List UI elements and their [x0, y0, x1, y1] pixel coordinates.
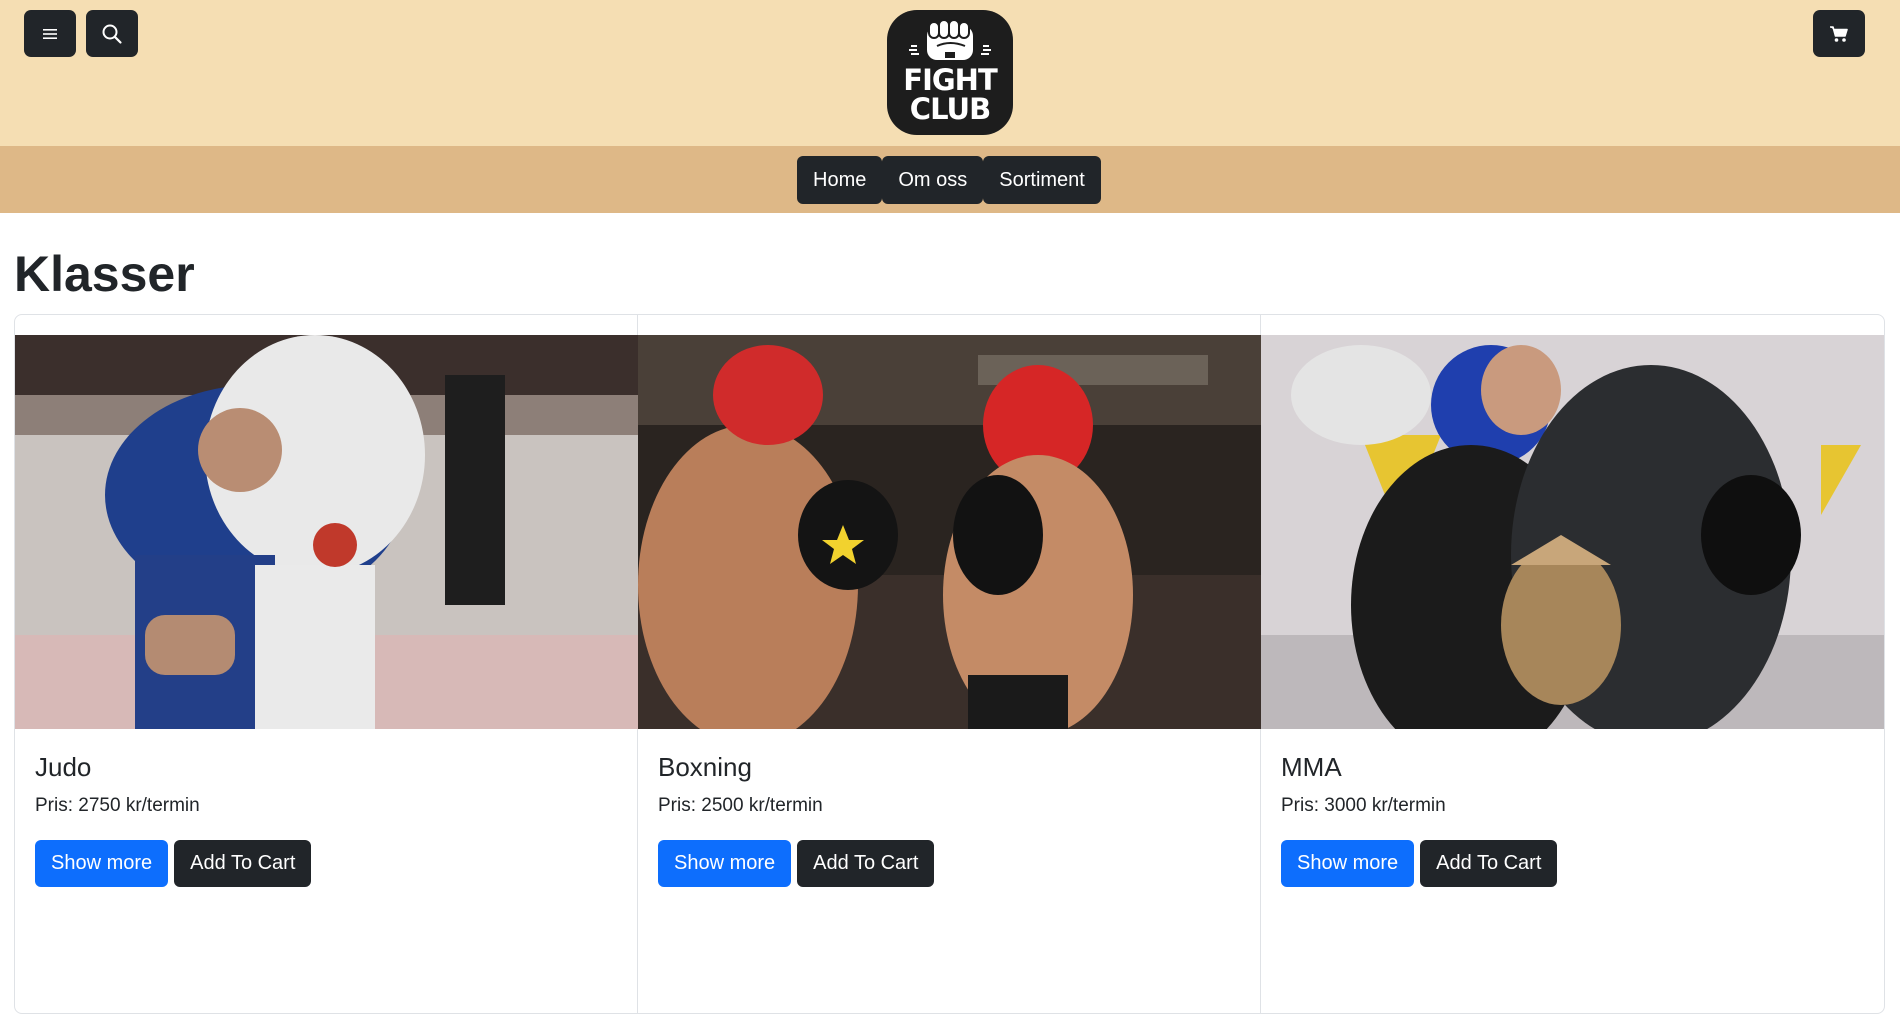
nav-sortiment[interactable]: Sortiment [983, 156, 1101, 204]
cart-icon [1830, 25, 1848, 42]
add-to-cart-button[interactable]: Add To Cart [797, 840, 935, 887]
header: FIGHT CLUB [0, 0, 1900, 146]
judo-image [15, 335, 638, 729]
mma-image [1261, 335, 1884, 729]
nav-om-oss[interactable]: Om oss [882, 156, 984, 204]
show-more-button[interactable]: Show more [35, 840, 169, 887]
main-navigation: Home Om oss Sortiment [0, 146, 1900, 213]
class-card-mma: MMA Pris: 3000 kr/termin Show more Add T… [1261, 315, 1884, 1013]
card-title: MMA [1281, 752, 1342, 782]
show-more-button[interactable]: Show more [658, 840, 792, 887]
card-actions: Show more Add To Cart [1281, 840, 1558, 887]
class-card-group: Judo Pris: 2750 kr/termin Show more Add … [14, 314, 1885, 1014]
logo-text-line1: FIGHT [903, 63, 997, 97]
cart-button[interactable] [1813, 10, 1865, 57]
card-price: Pris: 3000 kr/termin [1281, 795, 1446, 816]
fist-icon [909, 19, 991, 60]
card-title: Judo [35, 752, 92, 782]
card-price: Pris: 2500 kr/termin [658, 795, 823, 816]
class-card-boxning: Boxning Pris: 2500 kr/termin Show more A… [638, 315, 1261, 1013]
card-actions: Show more Add To Cart [658, 840, 935, 887]
nav-button-group: Home Om oss Sortiment [797, 156, 1101, 204]
card-title: Boxning [658, 752, 752, 782]
show-more-button[interactable]: Show more [1281, 840, 1415, 887]
page-title: Klasser [14, 246, 195, 302]
search-icon [102, 24, 122, 44]
boxning-image [638, 335, 1261, 729]
search-button[interactable] [86, 10, 138, 57]
fight-club-logo[interactable]: FIGHT CLUB [887, 10, 1013, 135]
add-to-cart-button[interactable]: Add To Cart [174, 840, 312, 887]
logo-text-line2: CLUB [909, 92, 991, 126]
card-actions: Show more Add To Cart [35, 840, 312, 887]
menu-button[interactable] [24, 10, 76, 57]
class-card-judo: Judo Pris: 2750 kr/termin Show more Add … [15, 315, 638, 1013]
card-price: Pris: 2750 kr/termin [35, 795, 200, 816]
hamburger-icon [43, 28, 57, 39]
nav-home[interactable]: Home [797, 156, 883, 204]
add-to-cart-button[interactable]: Add To Cart [1420, 840, 1558, 887]
